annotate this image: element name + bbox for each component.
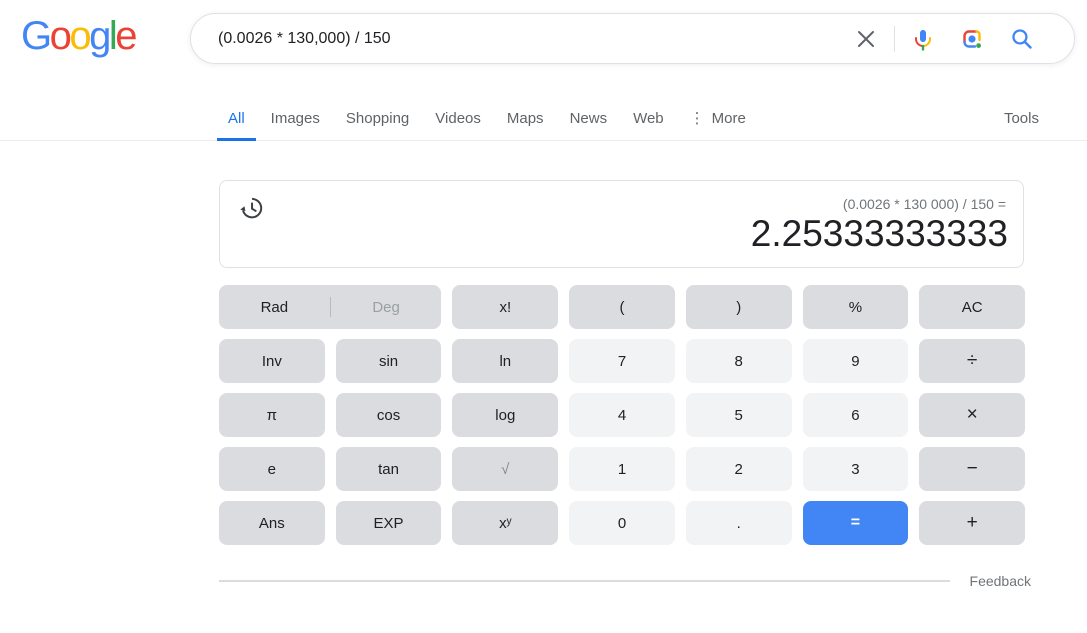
google-logo[interactable]: Google: [21, 12, 135, 60]
calc-button-square-root[interactable]: √: [452, 447, 558, 491]
history-icon[interactable]: [236, 194, 266, 224]
calc-button-cosine[interactable]: cos: [336, 393, 442, 437]
tab-news[interactable]: News: [570, 96, 608, 140]
calc-button-sine[interactable]: sin: [336, 339, 442, 383]
calc-button-subtract[interactable]: −: [919, 447, 1025, 491]
calc-button-digit-8[interactable]: 8: [686, 339, 792, 383]
calc-button-percent[interactable]: %: [803, 285, 909, 329]
calc-button-add[interactable]: +: [919, 501, 1025, 545]
logo-letter: e: [115, 14, 135, 58]
calc-button-power[interactable]: xʸ: [452, 501, 558, 545]
calc-button-answer[interactable]: Ans: [219, 501, 325, 545]
calc-button-factorial[interactable]: x!: [452, 285, 558, 329]
tab-label: All: [228, 110, 245, 127]
calc-button-inverse[interactable]: Inv: [219, 339, 325, 383]
calc-button-exponent[interactable]: EXP: [336, 501, 442, 545]
calc-button-digit-9[interactable]: 9: [803, 339, 909, 383]
search-icon[interactable]: [1009, 26, 1034, 51]
tab-shopping[interactable]: Shopping: [346, 96, 409, 140]
footer: Feedback: [219, 573, 1031, 589]
search-bar: [190, 13, 1075, 64]
calc-button-tangent[interactable]: tan: [336, 447, 442, 491]
calc-button-equals[interactable]: =: [803, 501, 909, 545]
more-dots-icon: ⋮: [690, 109, 705, 127]
tab-more[interactable]: ⋮ More: [690, 96, 746, 140]
footer-divider: [219, 580, 950, 582]
tools-button[interactable]: Tools: [1004, 96, 1039, 140]
search-input[interactable]: [191, 14, 854, 63]
calc-button-digit-0[interactable]: 0: [569, 501, 675, 545]
calculator-display: (0.0026 * 130 000) / 150 = 2.25333333333: [219, 180, 1024, 268]
logo-letter: o: [50, 14, 70, 58]
mic-icon[interactable]: [911, 27, 935, 51]
result-tabs-bar: AllImagesShoppingVideosMapsNewsWeb⋮More …: [0, 96, 1087, 141]
calc-button-digit-3[interactable]: 3: [803, 447, 909, 491]
search-bar-actions: [854, 26, 1074, 52]
lens-icon[interactable]: [960, 27, 984, 51]
tab-images[interactable]: Images: [271, 96, 320, 140]
calc-button-digit-6[interactable]: 6: [803, 393, 909, 437]
tab-label: Web: [633, 110, 664, 127]
calc-button-rad-deg[interactable]: RadDeg: [219, 285, 441, 329]
calc-button-open-paren[interactable]: (: [569, 285, 675, 329]
calc-button-digit-5[interactable]: 5: [686, 393, 792, 437]
calculator-result: 2.25333333333: [751, 214, 1008, 254]
tab-label: Videos: [435, 110, 481, 127]
logo-letter: g: [89, 14, 109, 58]
tab-label: Maps: [507, 110, 544, 127]
calc-button-log[interactable]: log: [452, 393, 558, 437]
calc-button-pi[interactable]: π: [219, 393, 325, 437]
calc-button-close-paren[interactable]: ): [686, 285, 792, 329]
tab-label: News: [570, 110, 608, 127]
deg-label: Deg: [331, 299, 442, 316]
tab-maps[interactable]: Maps: [507, 96, 544, 140]
calc-button-all-clear[interactable]: AC: [919, 285, 1025, 329]
tab-label: More: [712, 110, 746, 127]
logo-letter: o: [69, 14, 89, 58]
calc-button-digit-1[interactable]: 1: [569, 447, 675, 491]
calc-button-natural-log[interactable]: ln: [452, 339, 558, 383]
calc-button-decimal-point[interactable]: .: [686, 501, 792, 545]
calc-button-divide[interactable]: ÷: [919, 339, 1025, 383]
clear-icon[interactable]: [854, 27, 878, 51]
tab-all[interactable]: All: [228, 96, 245, 140]
calc-button-digit-7[interactable]: 7: [569, 339, 675, 383]
calc-button-multiply[interactable]: ×: [919, 393, 1025, 437]
calc-button-euler[interactable]: e: [219, 447, 325, 491]
search-bar-divider: [894, 26, 895, 52]
tabs-list: All Images Shopping Videos Maps News Web ⋮ More: [228, 96, 746, 140]
tab-label: Shopping: [346, 110, 409, 127]
calculator-expression: (0.0026 * 130 000) / 150 =: [843, 196, 1006, 212]
tab-label: Images: [271, 110, 320, 127]
tab-web[interactable]: Web: [633, 96, 664, 140]
calc-button-digit-4[interactable]: 4: [569, 393, 675, 437]
rad-label: Rad: [219, 299, 330, 316]
logo-letter: G: [21, 14, 50, 58]
google-search-page: Google: [0, 0, 1087, 633]
tab-videos[interactable]: Videos: [435, 96, 481, 140]
feedback-link[interactable]: Feedback: [970, 573, 1031, 589]
calc-button-digit-2[interactable]: 2: [686, 447, 792, 491]
calculator-keypad: RadDegx!()%ACInvsinln789÷πcoslog456×etan…: [219, 285, 1025, 545]
